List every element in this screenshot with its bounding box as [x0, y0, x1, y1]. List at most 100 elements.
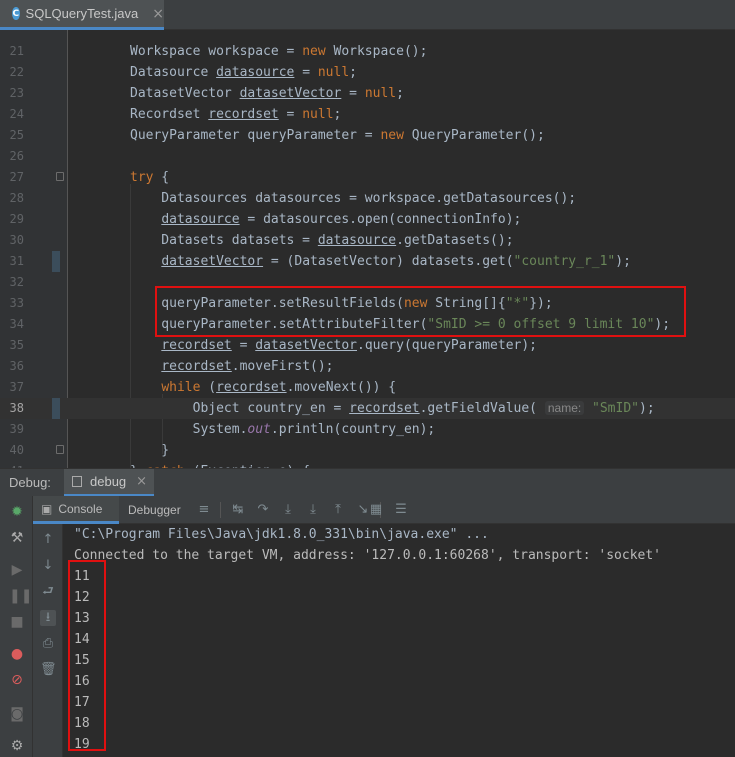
code-text: Datasets datasets = datasource.getDatase… [130, 233, 514, 248]
gear-icon[interactable]: ⚙ [9, 738, 25, 754]
arrow-down-icon[interactable]: ↓ [40, 558, 56, 574]
console-command-line: "C:\Program Files\Java\jdk1.8.0_331\bin\… [74, 527, 489, 542]
trace-icon[interactable]: ☰ [393, 502, 409, 518]
java-class-icon: C [12, 7, 20, 20]
debug-session-tab[interactable]: debug × [64, 469, 154, 497]
editor-tab-sqlquerytest[interactable]: C SQLQueryTest.java × [0, 0, 164, 30]
scroll-to-end-icon[interactable]: ⭳ [40, 610, 56, 626]
line-number: 39 [9, 422, 24, 436]
code-line[interactable]: 25 QueryParameter queryParameter = new Qu… [0, 125, 735, 146]
line-number: 28 [9, 191, 24, 205]
pause-icon[interactable]: ❚❚ [9, 588, 32, 604]
code-line[interactable]: 35 recordset = datasetVector.query(query… [0, 335, 735, 356]
print-icon[interactable]: ⎙ [40, 636, 56, 652]
code-line[interactable]: 29 datasource = datasources.open(connect… [0, 209, 735, 230]
line-number: 40 [9, 443, 24, 457]
code-line[interactable]: 39 System.out.println(country_en); [0, 419, 735, 440]
console-icon: ▣ [41, 501, 53, 516]
line-number: 24 [9, 107, 24, 121]
code-line[interactable]: 41 } catch (Exception e) { [0, 461, 735, 468]
tab-console-label: Console [58, 501, 103, 516]
console-side-toolbar: ↑ ↓ ⮐ ⭳ ⎙ 🗑 [33, 524, 63, 757]
code-line[interactable]: 38 Object country_en = recordset.getFiel… [0, 398, 735, 419]
line-number: 33 [9, 296, 24, 310]
force-step-into-icon[interactable]: ⤓ [305, 502, 321, 518]
line-number: 21 [9, 44, 24, 58]
camera-icon[interactable]: ◙ [9, 706, 25, 722]
code-text: } catch (Exception e) { [130, 461, 310, 468]
tab-debugger-label: Debugger [128, 503, 181, 517]
line-number: 26 [9, 149, 24, 163]
show-execution-point-icon[interactable]: ↹ [230, 502, 246, 518]
line-number: 30 [9, 233, 24, 247]
step-over-icon[interactable]: ↷ [255, 502, 271, 518]
code-line[interactable]: 23 DatasetVector datasetVector = null; [0, 83, 735, 104]
code-text: Workspace workspace = new Workspace(); [130, 44, 428, 59]
code-line[interactable]: 28 Datasources datasources = workspace.g… [0, 188, 735, 209]
code-line[interactable]: 30 Datasets datasets = datasource.getDat… [0, 230, 735, 251]
code-line[interactable]: 24 Recordset recordset = null; [0, 104, 735, 125]
code-line[interactable]: 40 } [0, 440, 735, 461]
trash-icon[interactable]: 🗑 [40, 662, 57, 678]
code-line[interactable]: 36 recordset.moveFirst(); [0, 356, 735, 377]
line-number: 41 [0, 461, 24, 468]
code-line[interactable]: 22 Datasource datasource = null; [0, 62, 735, 83]
soft-wrap-icon[interactable]: ⮐ [40, 584, 56, 600]
code-line[interactable]: 26 [0, 146, 735, 167]
editor-tab-bar: C SQLQueryTest.java × [0, 0, 735, 30]
console-connected-line: Connected to the target VM, address: '12… [74, 548, 661, 563]
line-number: 29 [9, 212, 24, 226]
fold-icon[interactable] [56, 172, 64, 181]
highlight-box-output [68, 560, 106, 751]
editor-tab-label: SQLQueryTest.java [25, 6, 139, 21]
code-text: try { [130, 170, 170, 185]
close-icon[interactable]: × [136, 474, 147, 489]
line-number: 31 [9, 254, 24, 268]
line-number: 34 [9, 317, 24, 331]
fold-icon[interactable] [56, 445, 64, 454]
line-number: 35 [9, 338, 24, 352]
debug-session-label: debug [90, 474, 127, 489]
line-number: 27 [9, 170, 24, 184]
line-number: 37 [9, 380, 24, 394]
wrench-icon[interactable]: ⚒ [9, 530, 25, 546]
code-text: datasource = datasources.open(connection… [161, 212, 522, 227]
code-line[interactable]: 37 while (recordset.moveNext()) { [0, 377, 735, 398]
line-number: 25 [9, 128, 24, 142]
change-marker [52, 251, 60, 272]
arrow-up-icon[interactable]: ↑ [40, 532, 56, 548]
code-text: while (recordset.moveNext()) { [161, 380, 397, 395]
stop-icon[interactable]: ■ [9, 614, 25, 630]
bug-icon[interactable]: ✹ [9, 504, 25, 520]
toolbar-separator [220, 502, 221, 518]
resume-icon[interactable]: ▶ [9, 562, 25, 578]
tab-console[interactable]: ▣ Console [33, 496, 119, 524]
line-number: 38 [9, 401, 24, 415]
code-text: Object country_en = recordset.getFieldVa… [130, 401, 655, 416]
code-line[interactable]: 21 Workspace workspace = new Workspace(); [0, 41, 735, 62]
code-text: Datasources datasources = workspace.getD… [130, 191, 577, 206]
debug-left-toolbar: ✹ ⚒ ▶ ❚❚ ■ ● ⊘ ◙ ⚙ [0, 496, 33, 757]
mute-breakpoints-icon[interactable]: ⊘ [9, 672, 25, 688]
step-out-icon[interactable]: ⤒ [330, 502, 346, 518]
code-text: datasetVector = (DatasetVector) datasets… [161, 254, 631, 269]
close-icon[interactable]: × [152, 6, 164, 22]
view-breakpoints-icon[interactable]: ● [9, 646, 25, 662]
debug-subtabs: ▣ Console Debugger ≡ ↹ ↷ ⤓ ⤓ ⤒ ↘ ▦ ☰ [33, 496, 735, 524]
step-into-icon[interactable]: ⤓ [280, 502, 296, 518]
code-text: Datasource datasource = null; [130, 65, 357, 80]
code-text: DatasetVector datasetVector = null; [130, 86, 404, 101]
evaluate-expression-icon[interactable]: ▦ [368, 502, 384, 518]
code-text: recordset = datasetVector.query(queryPar… [161, 338, 538, 353]
code-editor[interactable]: 21 Workspace workspace = new Workspace();… [0, 30, 735, 468]
line-number: 22 [9, 65, 24, 79]
debug-tool-window-header: Debug: debug × [0, 468, 735, 497]
console-output[interactable]: "C:\Program Files\Java\jdk1.8.0_331\bin\… [63, 524, 735, 757]
code-line[interactable]: 27 try { [0, 167, 735, 188]
code-line[interactable]: 31 datasetVector = (DatasetVector) datas… [0, 251, 735, 272]
code-text: Recordset recordset = null; [130, 107, 342, 122]
console-menu-icon[interactable]: ≡ [196, 502, 212, 518]
tab-debugger[interactable]: Debugger [128, 496, 188, 524]
change-marker [52, 398, 60, 419]
line-number: 32 [9, 275, 24, 289]
